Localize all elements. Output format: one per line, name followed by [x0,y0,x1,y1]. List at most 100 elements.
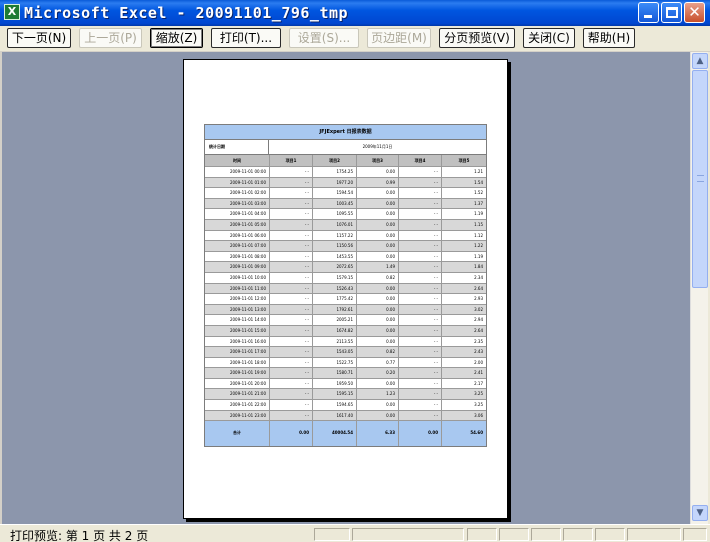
value-cell: - - [270,188,313,198]
total-cell: 0.00 [270,421,313,447]
value-cell: 1453.55 [313,251,357,262]
value-cell: 0.00 [357,188,399,198]
time-cell: 2009-11-01 21:00 [205,389,270,400]
value-cell: 1.37 [474,200,483,206]
value-cell: 0.00 [357,209,399,219]
next-page-button[interactable]: 下一页(N) [7,28,71,48]
page-break-preview-button[interactable]: 分页预览(V) [439,28,515,48]
time-cell: 2009-11-01 08:00 [205,251,270,262]
status-panel [683,528,707,541]
table-row: 2009-11-01 13:00- -1792.61 0.00- -3.02 [205,304,486,316]
print-button[interactable]: 打印(T)... [211,28,281,48]
value-cell: - - [399,400,442,410]
status-panel [352,528,464,541]
value-cell: - - [399,325,442,336]
value-cell: - - [270,209,313,219]
value-cell: 1522.75 [313,357,357,368]
help-button[interactable]: 帮助(H) [583,28,635,48]
total-cell: 6.33 [357,421,399,447]
value-cell: - - [270,389,313,400]
value-cell: 1526.43 [313,283,357,294]
value-cell: 0.00 [357,283,399,294]
value-cell: 0.00 [357,410,399,421]
scroll-down-icon[interactable]: ▼ [692,505,708,521]
scroll-thumb[interactable] [692,70,708,288]
maximize-button[interactable] [661,2,682,23]
value-cell: 1.52 [474,190,483,196]
value-cell: - - [399,251,442,262]
value-cell: 3.25 [474,402,483,408]
table-row: 2009-11-01 07:00- -1150.56 0.00- -1.22 [205,241,486,252]
table-row: 2009-11-01 22:00- -1594.65 0.00- -3.25 [205,400,486,411]
value-cell: 1150.56 [313,241,357,251]
minimize-button[interactable] [638,2,659,23]
value-cell: 0.00 [357,294,399,304]
table-row: 2009-11-01 12:00- -1775.42 0.00- -2.93 [205,294,486,305]
value-cell: 2072.65 [313,262,357,272]
close-preview-button[interactable]: 关闭(C) [523,28,575,48]
excel-icon[interactable]: X [4,4,20,20]
value-cell: 1754.25 [313,167,357,177]
table-row: 2009-11-01 17:00- -1543.05 0.82- -2.43 [205,347,486,358]
value-cell: 1.49 [357,262,399,272]
vertical-scrollbar[interactable]: ▲ ▼ [690,52,708,524]
header-cell: 项目2 [313,155,357,166]
value-cell: - - [399,283,442,294]
margins-button[interactable]: 页边距(M) [367,28,431,48]
zoom-button[interactable]: 缩放(Z) [150,28,203,48]
value-cell: - - [270,177,313,188]
time-cell: 2009-11-01 15:00 [205,325,270,336]
table-row: 2009-11-01 20:00- -1959.50 0.00- -2.17 [205,378,486,390]
value-cell: - - [270,325,313,336]
table-row: 2009-11-01 08:00- -1453.55 0.00- -1.19 [205,251,486,263]
value-cell: 1076.01 [313,219,357,230]
value-cell: 2.64 [474,327,483,333]
value-cell: 0.20 [357,368,399,378]
table-row: 2009-11-01 05:00- -1076.01 0.00- -1.15 [205,219,486,231]
maximize-icon [666,7,678,18]
table-row: 2009-11-01 03:00- -1003.45 0.00- -1.37 [205,198,486,210]
previous-page-button[interactable]: 上一页(P) [79,28,142,48]
value-cell: - - [399,294,442,304]
value-cell: - - [270,230,313,241]
table-row: 2009-11-01 21:00- -1595.15 1.23- -3.25 [205,389,486,401]
time-cell: 2009-11-01 06:00 [205,230,270,241]
value-cell: 2.64 [474,285,483,291]
value-cell: - - [270,315,313,325]
value-cell: 0.00 [357,400,399,410]
scroll-up-icon[interactable]: ▲ [692,53,708,69]
status-panel [595,528,625,541]
time-cell: 2009-11-01 10:00 [205,272,270,283]
table-row: 2009-11-01 23:00- -1617.40 0.00- -3.06 [205,410,486,422]
value-cell: - - [270,198,313,209]
value-cell: - - [399,389,442,400]
value-cell: - - [270,241,313,251]
value-cell: 2.17 [474,380,483,386]
value-cell: 1.12 [474,232,483,238]
table-row: 2009-11-01 06:00- -1157.22 0.00- -1.12 [205,230,486,242]
close-icon: ✕ [688,3,701,21]
value-cell: - - [270,283,313,294]
printed-page[interactable]: JFJExpert 日报表数据 统计日期 2009年11月1日 时间 项目1 项… [183,59,508,519]
value-cell: 1.54 [474,179,483,185]
status-panel [467,528,497,541]
minimize-icon [644,15,652,18]
value-cell: 1.19 [474,253,483,259]
value-cell: - - [270,167,313,177]
value-cell: 2.00 [474,359,483,365]
header-cell: 项目3 [357,155,399,166]
value-cell: 2.41 [474,370,483,376]
grip-icon [697,175,704,182]
value-cell: 0.00 [357,167,399,177]
value-cell: 1579.15 [313,272,357,283]
table-row: 2009-11-01 01:00- -1977.20 0.99- -1.54 [205,177,486,189]
close-window-button[interactable]: ✕ [684,2,705,23]
setup-button[interactable]: 设置(S)... [289,28,359,48]
value-cell: 1157.22 [313,230,357,241]
value-cell: 1.19 [474,211,483,217]
value-cell: - - [399,347,442,357]
value-cell: 1595.15 [313,389,357,400]
table-row: 2009-11-01 00:00- -1754.25 0.00- -1.21 [205,167,486,178]
table-row: 2009-11-01 02:00- -1594.54 0.00- -1.52 [205,188,486,199]
value-cell: - - [270,336,313,347]
